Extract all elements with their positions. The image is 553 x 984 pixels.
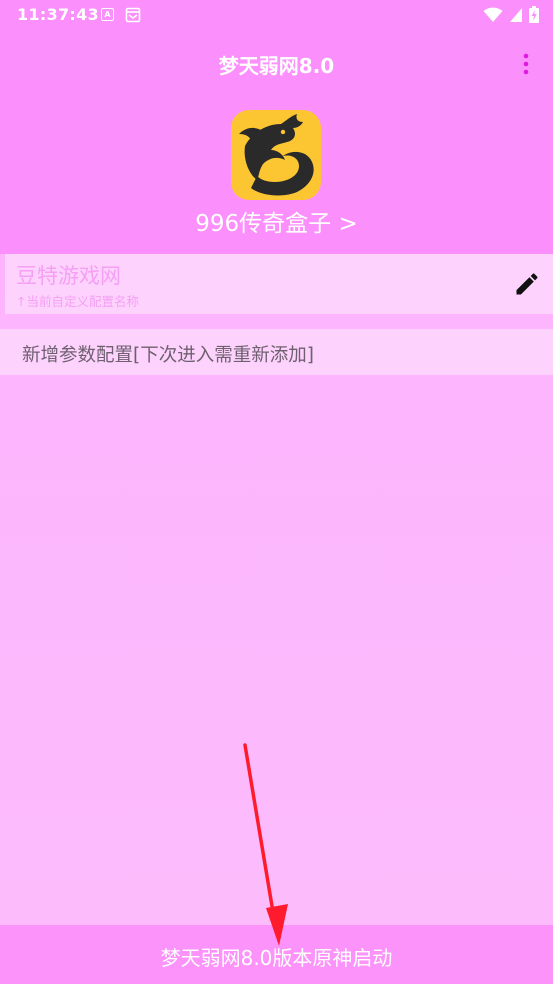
cellular-signal-icon <box>510 7 522 22</box>
launch-button[interactable]: 梦天弱网8.0版本原神启动 <box>0 925 553 984</box>
battery-charging-icon <box>529 6 539 23</box>
wifi-icon <box>483 7 503 22</box>
status-time: 11:37:43 <box>17 5 99 24</box>
config-name-card[interactable]: 豆特游戏网 ↑当前自定义配置名称 <box>5 254 553 314</box>
status-right-icons <box>483 6 539 23</box>
config-name-hint: ↑当前自定义配置名称 <box>16 294 139 309</box>
config-name: 豆特游戏网 <box>16 264 121 288</box>
status-bar: 11:37:43 A <box>0 0 553 30</box>
launch-label: 梦天弱网8.0版本原神启动 <box>160 946 393 970</box>
a-notification-icon: A <box>101 8 114 21</box>
edit-pencil-icon[interactable] <box>513 270 541 298</box>
app-title: 梦天弱网8.0 <box>218 54 335 78</box>
mail-notification-icon <box>125 7 141 27</box>
add-config-label: 新增参数配置[下次进入需重新添加] <box>22 345 314 366</box>
app-logo-dragon-icon[interactable] <box>231 110 321 200</box>
app-selector-link[interactable]: 996传奇盒子 > <box>0 204 553 238</box>
add-config-button[interactable]: 新增参数配置[下次进入需重新添加] <box>0 329 553 375</box>
more-options-icon[interactable] <box>517 52 535 76</box>
